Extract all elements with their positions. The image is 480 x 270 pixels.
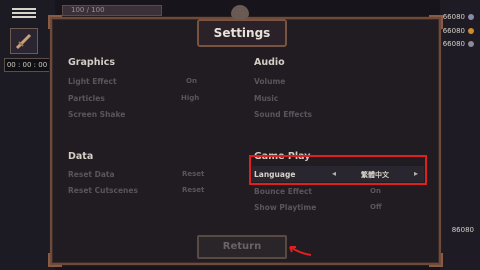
screen-shake-label[interactable]: Screen Shake [68,110,125,119]
weapon-slot[interactable] [10,28,38,54]
red-arrow-icon [289,246,312,256]
graphics-heading: Graphics [68,57,115,68]
return-button[interactable]: Return [197,235,287,259]
reset-data-label[interactable]: Reset Data [68,170,115,179]
light-effect-label[interactable]: Light Effect [68,77,117,86]
settings-title: Settings [197,19,287,47]
settings-panel [48,15,443,267]
reset-cutscenes-button[interactable]: Reset [182,186,204,194]
hp-bar: 100 / 100 [62,5,162,16]
skull-ornament-icon [231,5,249,19]
bounce-effect-value[interactable]: On [370,187,381,195]
reset-data-button[interactable]: Reset [182,170,204,178]
language-highlight-box [249,155,427,185]
particles-label[interactable]: Particles [68,94,105,103]
particles-value[interactable]: High [181,94,199,102]
resource-counter: 66080 [443,27,474,35]
bounce-effect-label[interactable]: Bounce Effect [254,187,312,196]
menu-icon[interactable] [12,6,36,20]
sword-icon [15,33,32,50]
light-effect-value[interactable]: On [186,77,197,85]
resource-counter: 86080 [451,226,474,234]
resource-counter: 66080 [443,13,474,21]
resource-counter: 66080 [443,40,474,48]
playtime-timer: 00 : 00 : 00 [4,58,50,72]
data-heading: Data [68,151,94,162]
show-playtime-value[interactable]: Off [370,203,382,211]
show-playtime-label[interactable]: Show Playtime [254,203,316,212]
volume-label[interactable]: Volume [254,77,285,86]
reset-cutscenes-label[interactable]: Reset Cutscenes [68,186,138,195]
sound-effects-label[interactable]: Sound Effects [254,110,312,119]
music-label[interactable]: Music [254,94,278,103]
audio-heading: Audio [254,57,285,68]
